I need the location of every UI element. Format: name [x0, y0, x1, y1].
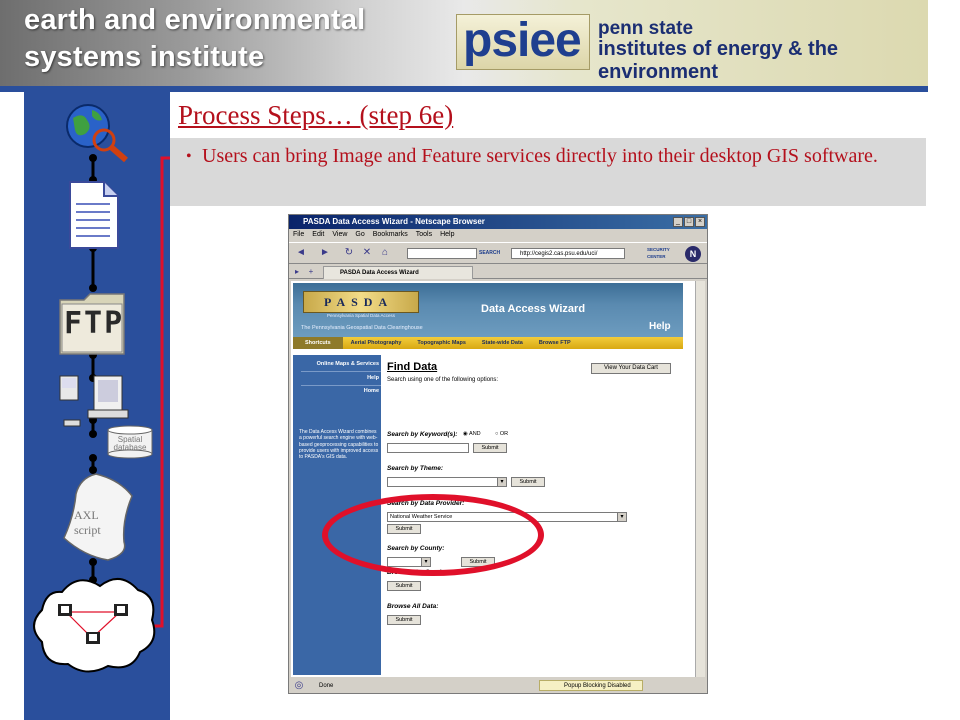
window-controls: _ □ ×	[673, 217, 705, 227]
psu-line1: penn state	[598, 18, 694, 39]
netscape-logo-icon: N	[685, 246, 701, 262]
security-center-button[interactable]: SECURITY CENTER	[647, 246, 673, 262]
sidebar-description: The Data Access Wizard combines a powerf…	[299, 429, 379, 461]
status-globe-icon: ◎	[294, 680, 304, 691]
nav-aerial-photography[interactable]: Aerial Photography	[343, 337, 410, 349]
browser-titlebar: PASDA Data Access Wizard - Netscape Brow…	[289, 215, 707, 229]
sidebar-item-help[interactable]: Help	[367, 375, 379, 381]
toolbar-search-button[interactable]: SEARCH	[479, 248, 503, 259]
find-data-heading: Find Data	[387, 361, 438, 373]
sidebar-divider	[301, 385, 381, 386]
or-radio[interactable]: ○ OR	[495, 431, 508, 437]
sidebar-item-online-maps[interactable]: Online Maps & Services	[317, 361, 379, 367]
bullet-marker: •	[186, 148, 192, 165]
maximize-button[interactable]: □	[684, 217, 694, 227]
bullet-text: Users can bring Image and Feature servic…	[202, 145, 878, 167]
menu-file[interactable]: File	[293, 229, 304, 241]
header-help-link[interactable]: Help	[649, 321, 671, 332]
find-data-subtitle: Search using one of the following option…	[387, 377, 499, 383]
institute-title-line1: earth and environmental	[24, 4, 366, 36]
status-text: Done	[319, 683, 334, 689]
institute-title-line2: systems institute	[24, 41, 265, 73]
axl-label-2: script	[74, 523, 101, 537]
browser-menubar: File Edit View Go Bookmarks Tools Help	[289, 229, 707, 241]
wizard-title: Data Access Wizard	[481, 303, 586, 315]
left-blue-strip	[24, 92, 170, 720]
toolbar-search-input[interactable]	[407, 248, 477, 259]
tab-list-icon[interactable]: ▸	[291, 266, 303, 278]
psiee-logo: psiee	[456, 14, 590, 70]
browser-tabbar: ▸ + PASDA Data Access Wizard	[289, 265, 707, 279]
netscape-browser-window: PASDA Data Access Wizard - Netscape Brow…	[288, 214, 708, 694]
slide-title: Process Steps… (step 6e)	[178, 100, 454, 130]
tab-pasda-wizard[interactable]: PASDA Data Access Wizard	[323, 266, 473, 279]
ftp-label: FTP	[64, 306, 125, 341]
browse-mapservices-submit-button[interactable]: Submit	[387, 581, 421, 591]
vertical-scrollbar[interactable]	[695, 281, 705, 677]
theme-select[interactable]	[387, 477, 507, 487]
browser-toolbar: ◄ ► ↻ ✕ ⌂ SEARCH http://cegis2.cas.psu.e…	[289, 242, 707, 264]
sidebar-divider	[301, 371, 381, 372]
nav-statewide-data[interactable]: State-wide Data	[474, 337, 531, 349]
forward-arrow-icon[interactable]: ►	[319, 247, 331, 259]
keyword-label: Search by Keyword(s):	[387, 431, 458, 438]
and-label: AND	[469, 431, 481, 437]
psiee-logo-word: psiee	[463, 14, 582, 67]
keyword-input[interactable]	[387, 443, 469, 453]
home-icon[interactable]: ⌂	[379, 247, 391, 259]
menu-tools[interactable]: Tools	[416, 229, 432, 241]
url-bar[interactable]: http://cegis2.cas.psu.edu/uci/	[511, 248, 625, 259]
reload-icon[interactable]: ↻	[343, 247, 355, 259]
red-highlight-ellipse	[322, 494, 544, 576]
menu-go[interactable]: Go	[355, 229, 364, 241]
back-arrow-icon[interactable]: ◄	[295, 247, 307, 259]
browse-all-submit-button[interactable]: Submit	[387, 615, 421, 625]
browser-statusbar: ◎ Done Popup Blocking Disabled	[289, 679, 707, 693]
keyword-submit-button[interactable]: Submit	[473, 443, 507, 453]
menu-view[interactable]: View	[332, 229, 347, 241]
nav-browse-ftp[interactable]: Browse FTP	[531, 337, 579, 349]
pasda-logo[interactable]: PASDA	[303, 291, 419, 313]
axl-label-1: AXL	[74, 508, 99, 522]
browse-all-label: Browse All Data:	[387, 603, 439, 610]
pasda-logo-subtitle: Pennsylvania Spatial Data Access	[327, 313, 396, 318]
nav-shortcuts[interactable]: Shortcuts	[293, 337, 343, 349]
sidebar-item-home[interactable]: Home	[364, 388, 379, 394]
header-banner: earth and environmental systems institut…	[0, 0, 928, 86]
menu-edit[interactable]: Edit	[312, 229, 324, 241]
slide: earth and environmental systems institut…	[0, 0, 960, 720]
menu-bookmarks[interactable]: Bookmarks	[373, 229, 408, 241]
pasda-header: PASDA Pennsylvania Spatial Data Access T…	[293, 283, 683, 337]
pasda-tagline: The Pennsylvania Geospatial Data Clearin…	[301, 325, 423, 331]
minimize-button[interactable]: _	[673, 217, 683, 227]
web-page-content: PASDA Pennsylvania Spatial Data Access T…	[291, 281, 695, 677]
and-radio[interactable]: ◉ AND	[463, 431, 481, 437]
close-button[interactable]: ×	[695, 217, 705, 227]
nav-topographic-maps[interactable]: Topographic Maps	[409, 337, 473, 349]
psu-line2: institutes of energy & the environment	[598, 38, 839, 83]
theme-submit-button[interactable]: Submit	[511, 477, 545, 487]
theme-label: Search by Theme:	[387, 465, 443, 472]
stop-icon[interactable]: ✕	[361, 247, 373, 259]
menu-help[interactable]: Help	[440, 229, 454, 241]
or-label: OR	[499, 431, 509, 437]
view-data-cart-button[interactable]: View Your Data Cart	[591, 363, 671, 374]
spatial-database-label: Spatial database	[113, 435, 147, 452]
new-tab-icon[interactable]: +	[305, 266, 317, 278]
pasda-nav-bar: Shortcuts Aerial Photography Topographic…	[293, 337, 683, 349]
popup-blocking-status[interactable]: Popup Blocking Disabled	[539, 680, 643, 691]
